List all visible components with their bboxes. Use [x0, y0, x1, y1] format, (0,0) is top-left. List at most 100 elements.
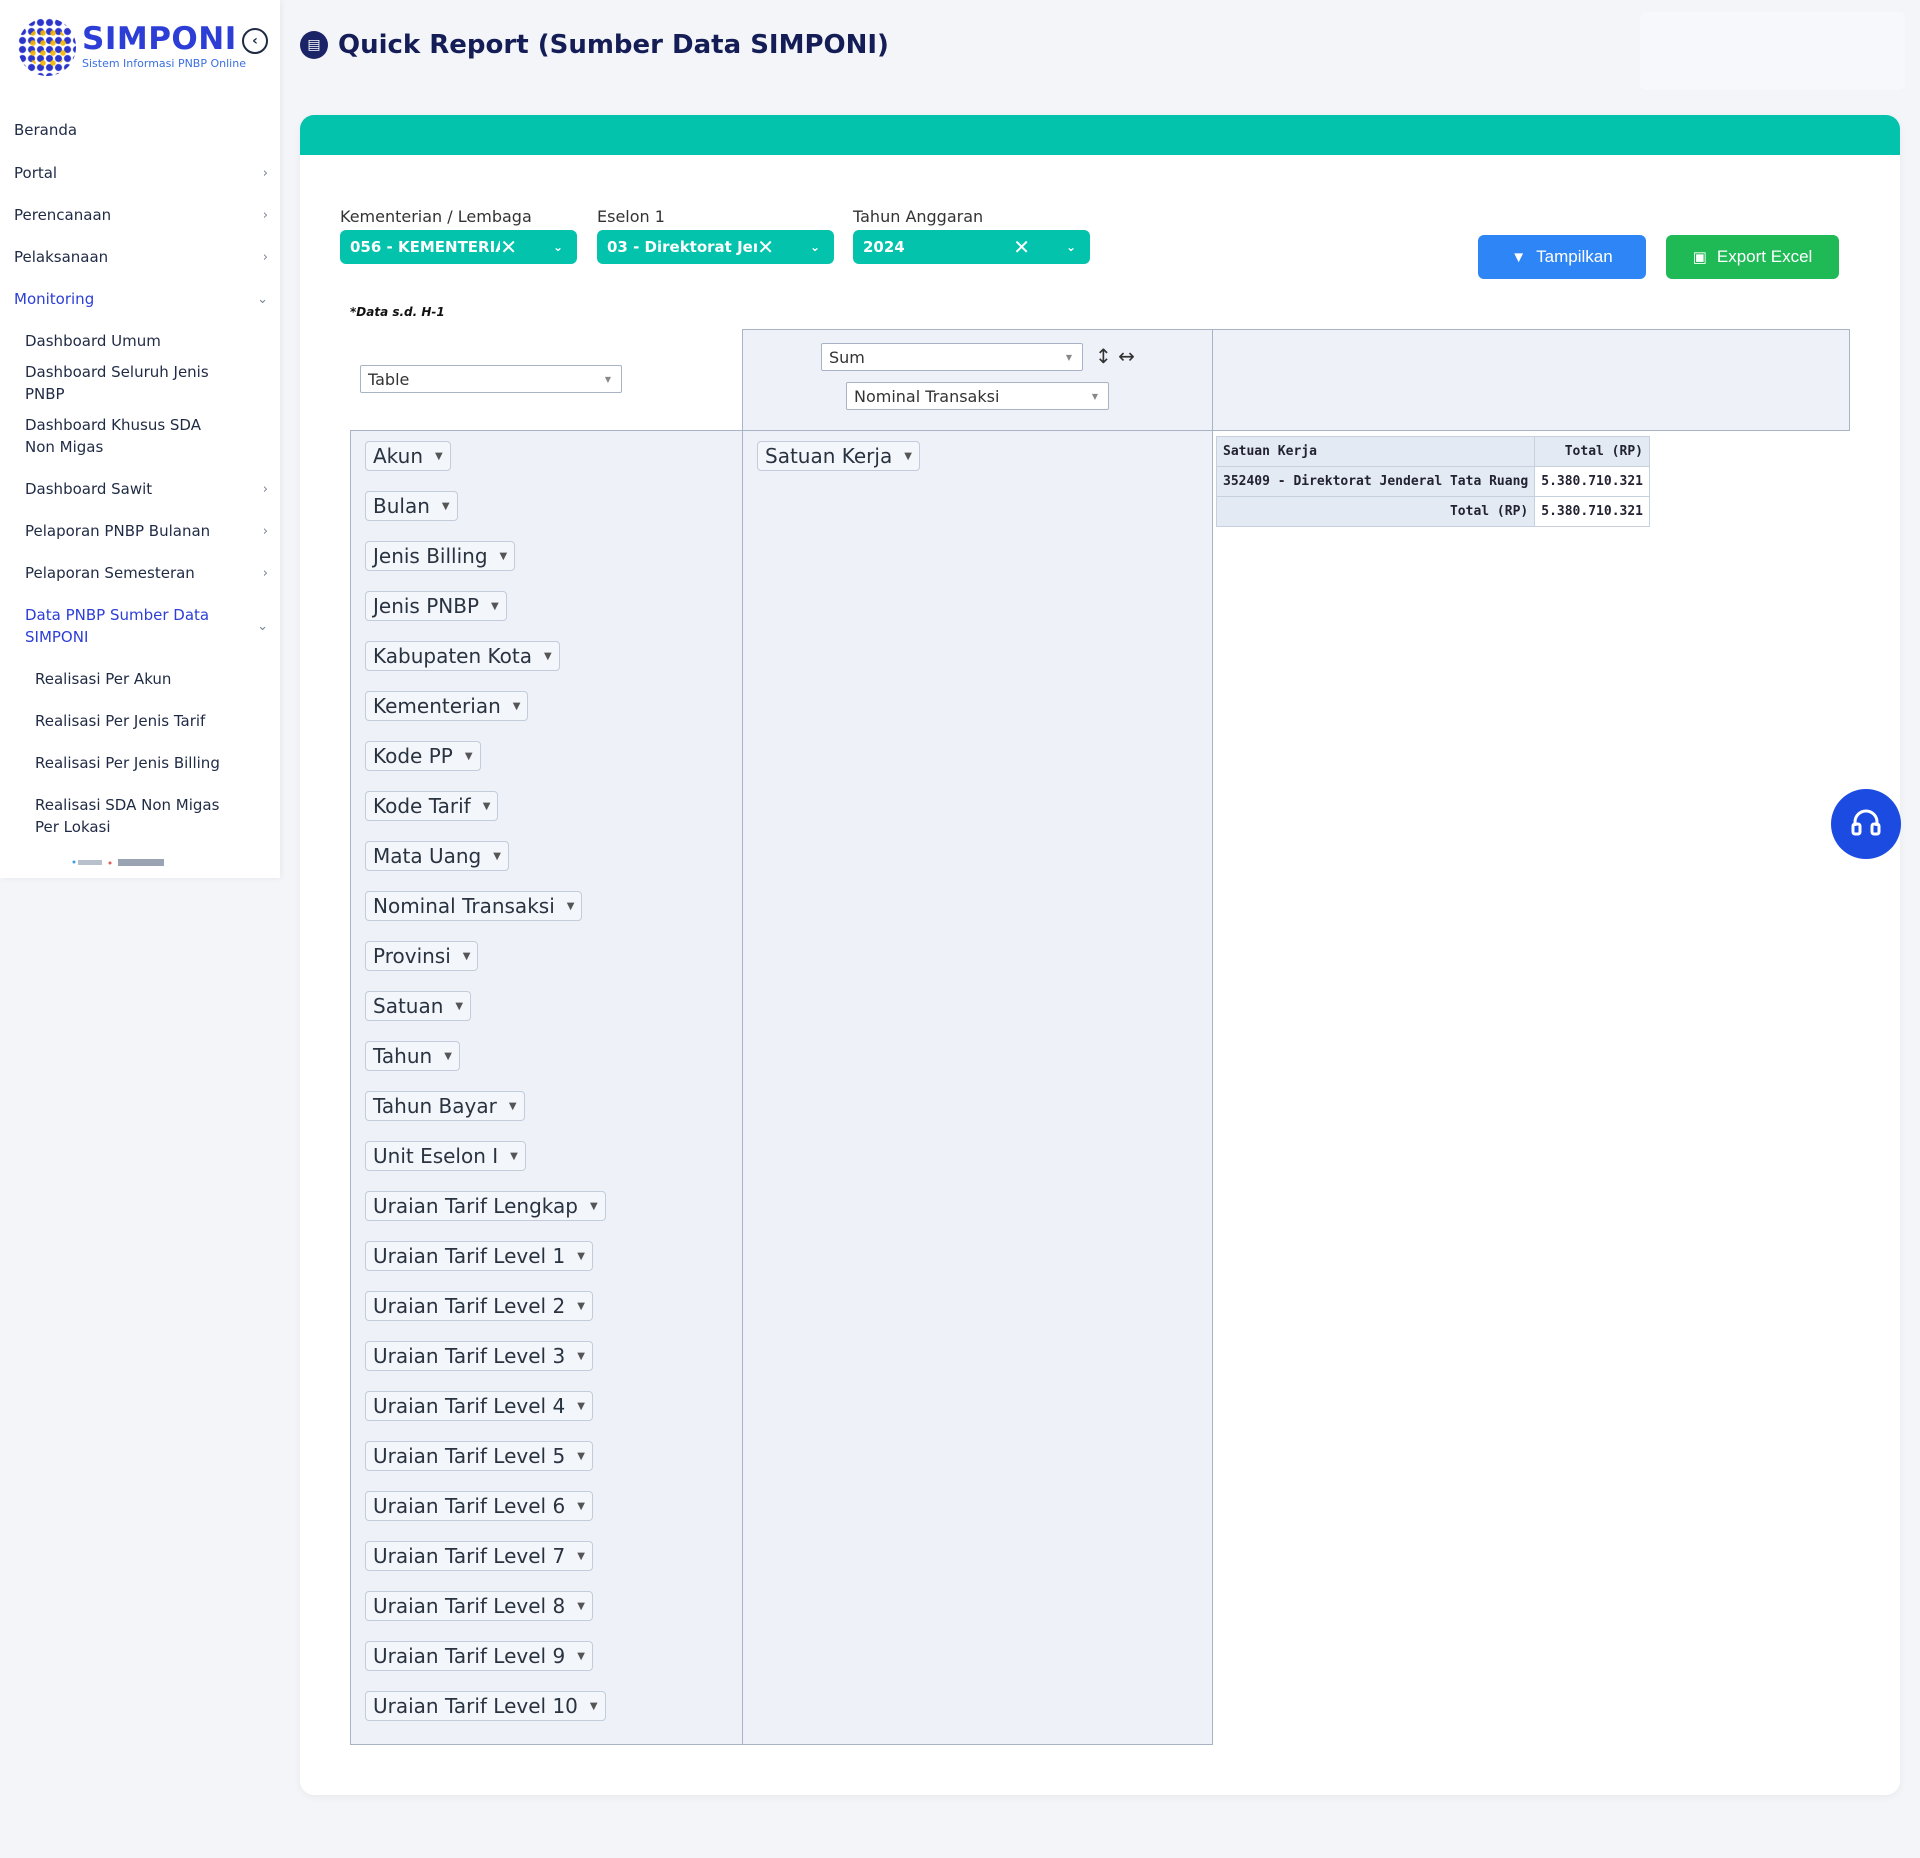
dropdown-icon[interactable]: ▼: [500, 551, 508, 562]
attribute-nominal-transaksi[interactable]: Nominal Transaksi ▼: [365, 891, 583, 921]
headset-support-icon[interactable]: [1831, 789, 1901, 859]
attribute-unit-eselon-i[interactable]: Unit Eselon I ▼: [365, 1141, 526, 1171]
sidebar-item-pelaporan-semesteran[interactable]: Pelaporan Semesteran ›: [0, 552, 280, 594]
dropdown-icon[interactable]: ▼: [590, 1201, 598, 1212]
sort-toggle-icon[interactable]: ↕ ↔: [1095, 344, 1135, 368]
attribute-bulan[interactable]: Bulan ▼: [365, 491, 458, 521]
sidebar-item-beranda[interactable]: Beranda: [0, 108, 280, 152]
dropdown-icon[interactable]: ▼: [509, 1101, 517, 1112]
attribute-uraian-tarif-level-4[interactable]: Uraian Tarif Level 4 ▼: [365, 1391, 593, 1421]
sidebar-item-pelaksanaan[interactable]: Pelaksanaan ›: [0, 236, 280, 278]
tampilkan-button[interactable]: ▼ Tampilkan: [1478, 235, 1646, 279]
attribute-uraian-tarif-level-2[interactable]: Uraian Tarif Level 2 ▼: [365, 1291, 593, 1321]
attribute-label: Mata Uang: [373, 844, 482, 868]
dropdown-icon[interactable]: ▼: [463, 951, 471, 962]
sidebar-item-label: Realisasi Per Jenis Billing: [35, 754, 220, 772]
attribute-uraian-tarif-level-8[interactable]: Uraian Tarif Level 8 ▼: [365, 1591, 593, 1621]
attribute-satuan-kerja[interactable]: Satuan Kerja ▼: [757, 441, 920, 471]
pivot-column-area[interactable]: [1212, 329, 1850, 431]
pivot-row-area[interactable]: Satuan Kerja ▼: [742, 430, 1213, 1745]
aggregator-field-select[interactable]: Nominal Transaksi ▼: [846, 382, 1109, 410]
attribute-uraian-tarif-level-9[interactable]: Uraian Tarif Level 9 ▼: [365, 1641, 593, 1671]
dropdown-icon[interactable]: ▼: [577, 1251, 585, 1262]
attribute-uraian-tarif-level-7[interactable]: Uraian Tarif Level 7 ▼: [365, 1541, 593, 1571]
dropdown-icon[interactable]: ▼: [455, 1001, 463, 1012]
dropdown-icon[interactable]: ▼: [491, 601, 499, 612]
dropdown-icon[interactable]: ▼: [577, 1601, 585, 1612]
attribute-tahun[interactable]: Tahun ▼: [365, 1041, 460, 1071]
attribute-jenis-pnbp[interactable]: Jenis PNBP ▼: [365, 591, 507, 621]
collapse-sidebar-icon[interactable]: ‹: [242, 28, 268, 54]
dropdown-icon[interactable]: ▼: [577, 1401, 585, 1412]
attribute-kabupaten-kota[interactable]: Kabupaten Kota ▼: [365, 641, 560, 671]
dropdown-icon[interactable]: ▼: [577, 1301, 585, 1312]
sidebar-item-perencanaan[interactable]: Perencanaan ›: [0, 194, 280, 236]
attribute-uraian-tarif-lengkap[interactable]: Uraian Tarif Lengkap ▼: [365, 1191, 606, 1221]
dropdown-icon[interactable]: ▼: [493, 851, 501, 862]
attribute-label: Uraian Tarif Level 1: [373, 1244, 566, 1268]
user-area[interactable]: [1640, 12, 1905, 90]
sidebar-item-dashboard-umum[interactable]: Dashboard Umum: [0, 320, 280, 362]
sidebar-item-realisasi-sda-non-migas-per-lokasi[interactable]: Realisasi SDA Non Migas Per Lokasi: [0, 784, 280, 848]
chevron-down-icon[interactable]: ⌄: [553, 240, 563, 254]
clear-icon[interactable]: ✕: [1013, 235, 1030, 259]
attribute-kode-pp[interactable]: Kode PP ▼: [365, 741, 481, 771]
attribute-uraian-tarif-level-5[interactable]: Uraian Tarif Level 5 ▼: [365, 1441, 593, 1471]
clear-icon[interactable]: ✕: [757, 235, 774, 259]
sidebar-item-label: Beranda: [14, 121, 78, 139]
sidebar-item-realisasi-per-jenis-billing[interactable]: Realisasi Per Jenis Billing: [0, 742, 280, 784]
chevron-down-icon[interactable]: ⌄: [1066, 240, 1076, 254]
eselon-select[interactable]: 03 - Direktorat Jend ✕ ⌄: [597, 230, 834, 264]
dropdown-icon[interactable]: ▼: [577, 1351, 585, 1362]
attribute-satuan[interactable]: Satuan ▼: [365, 991, 472, 1021]
sidebar-item-dashboard-sawit[interactable]: Dashboard Sawit ›: [0, 468, 280, 510]
attribute-tahun-bayar[interactable]: Tahun Bayar ▼: [365, 1091, 525, 1121]
sidebar-footer-decoration: [70, 856, 220, 870]
dropdown-icon[interactable]: ▼: [435, 451, 443, 462]
dropdown-icon[interactable]: ▼: [513, 701, 521, 712]
renderer-select[interactable]: Table ▼: [360, 365, 622, 393]
attribute-uraian-tarif-level-10[interactable]: Uraian Tarif Level 10 ▼: [365, 1691, 606, 1721]
attribute-jenis-billing[interactable]: Jenis Billing ▼: [365, 541, 516, 571]
attribute-kode-tarif[interactable]: Kode Tarif ▼: [365, 791, 499, 821]
simponi-logo[interactable]: SIMPONI Sistem Informasi PNBP Online: [18, 18, 246, 76]
sidebar-item-dashboard-seluruh-jenis-pnbp[interactable]: Dashboard Seluruh Jenis PNBP: [0, 362, 280, 404]
attribute-provinsi[interactable]: Provinsi ▼: [365, 941, 479, 971]
sidebar-item-realisasi-per-akun[interactable]: Realisasi Per Akun: [0, 658, 280, 700]
dropdown-icon[interactable]: ▼: [510, 1151, 518, 1162]
dropdown-icon[interactable]: ▼: [442, 501, 450, 512]
attribute-label: Tahun: [373, 1044, 433, 1068]
dropdown-icon[interactable]: ▼: [577, 1501, 585, 1512]
eselon-label: Eselon 1: [597, 207, 665, 226]
attribute-akun[interactable]: Akun ▼: [365, 441, 451, 471]
sidebar-item-pelaporan-pnbp-bulanan[interactable]: Pelaporan PNBP Bulanan ›: [0, 510, 280, 552]
sidebar-item-monitoring[interactable]: Monitoring ⌄: [0, 278, 280, 320]
dropdown-icon[interactable]: ▼: [577, 1451, 585, 1462]
tahun-select[interactable]: 2024 ✕ ⌄: [853, 230, 1090, 264]
dropdown-icon[interactable]: ▼: [483, 801, 491, 812]
sidebar-item-portal[interactable]: Portal ›: [0, 152, 280, 194]
attribute-uraian-tarif-level-1[interactable]: Uraian Tarif Level 1 ▼: [365, 1241, 593, 1271]
chevron-down-icon[interactable]: ⌄: [810, 240, 820, 254]
dropdown-icon[interactable]: ▼: [590, 1701, 598, 1712]
sidebar-item-realisasi-per-jenis-tarif[interactable]: Realisasi Per Jenis Tarif: [0, 700, 280, 742]
dropdown-icon[interactable]: ▼: [444, 1051, 452, 1062]
export-excel-button[interactable]: ▣ Export Excel: [1666, 235, 1839, 279]
dropdown-icon[interactable]: ▼: [465, 751, 473, 762]
pivot-unused-attributes[interactable]: Akun ▼ Bulan ▼ Jenis Billing ▼ Jenis PNBP ▼ Kabu…: [350, 430, 743, 1745]
attribute-mata-uang[interactable]: Mata Uang ▼: [365, 841, 509, 871]
attribute-kementerian[interactable]: Kementerian ▼: [365, 691, 529, 721]
clear-icon[interactable]: ✕: [500, 235, 517, 259]
attribute-label: Kabupaten Kota: [373, 644, 532, 668]
attribute-uraian-tarif-level-3[interactable]: Uraian Tarif Level 3 ▼: [365, 1341, 593, 1371]
kementerian-select[interactable]: 056 - KEMENTERIAN ✕ ⌄: [340, 230, 577, 264]
sidebar-item-data-pnbp-sumber-data-simponi[interactable]: Data PNBP Sumber Data SIMPONI ⌄: [0, 594, 280, 658]
attribute-uraian-tarif-level-6[interactable]: Uraian Tarif Level 6 ▼: [365, 1491, 593, 1521]
dropdown-icon[interactable]: ▼: [544, 651, 552, 662]
dropdown-icon[interactable]: ▼: [567, 901, 575, 912]
dropdown-icon[interactable]: ▼: [904, 451, 912, 462]
dropdown-icon[interactable]: ▼: [577, 1551, 585, 1562]
sidebar-item-dashboard-khusus-sda-non-migas[interactable]: Dashboard Khusus SDA Non Migas: [0, 404, 280, 468]
dropdown-icon[interactable]: ▼: [577, 1651, 585, 1662]
aggregator-select[interactable]: Sum ▼: [821, 343, 1083, 371]
